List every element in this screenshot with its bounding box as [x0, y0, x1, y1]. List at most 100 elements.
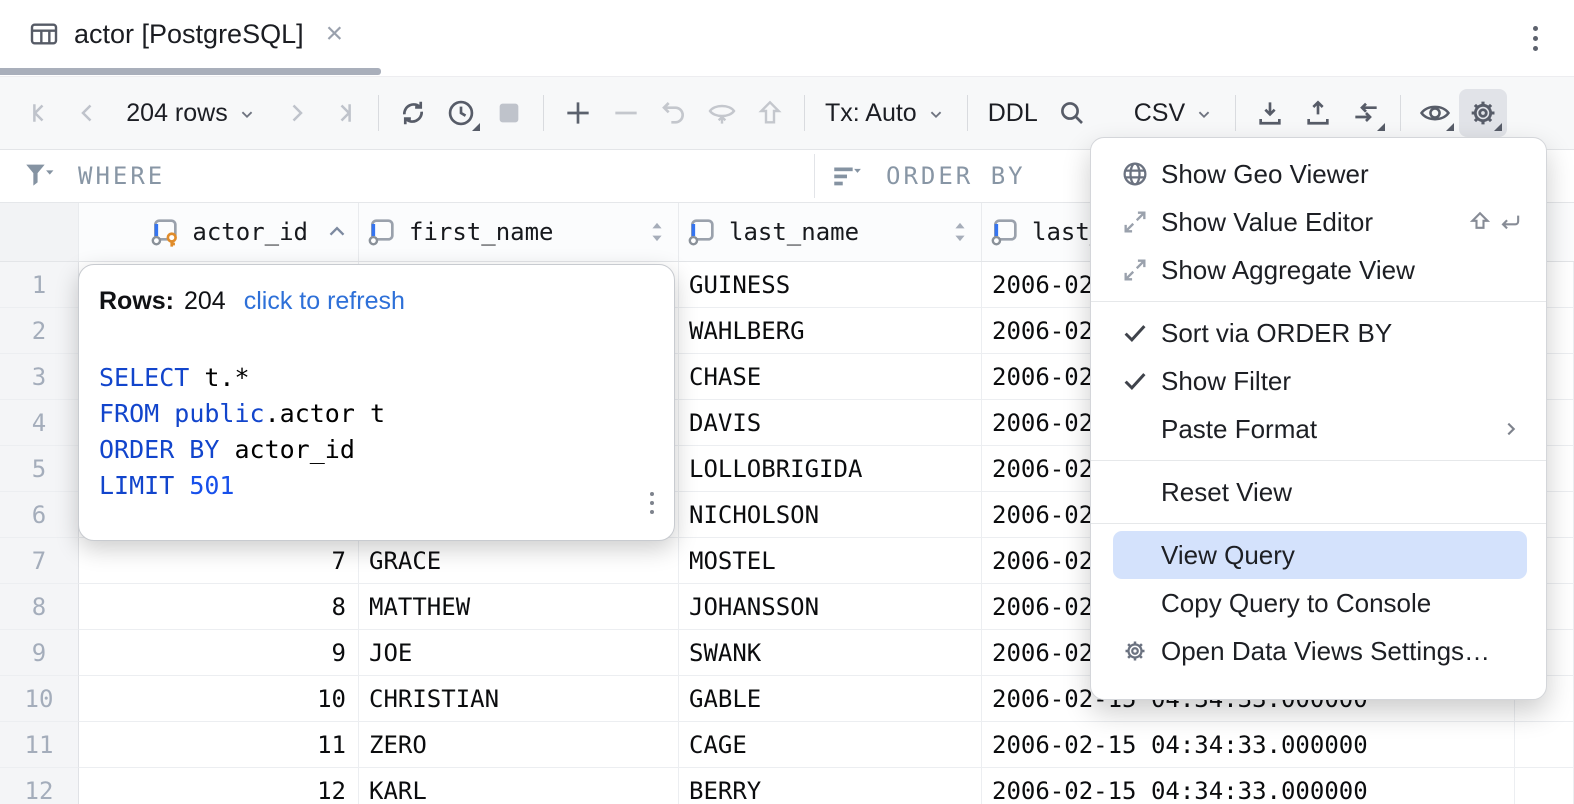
column-header-last-name[interactable]: last_name: [679, 203, 982, 261]
cell-last-update[interactable]: 2006-02-15 04:34:33.000000: [982, 768, 1515, 804]
cell-last-name[interactable]: GABLE: [679, 676, 982, 722]
close-icon[interactable]: ×: [326, 19, 344, 49]
cell-last-name[interactable]: MOSTEL: [679, 538, 982, 584]
column-header-first-name[interactable]: first_name: [359, 203, 679, 261]
menu-item-open-data-views-settings[interactable]: Open Data Views Settings…: [1091, 627, 1546, 675]
tab-actor[interactable]: actor [PostgreSQL] ×: [0, 0, 343, 68]
cell-actor-id[interactable]: 10: [79, 676, 359, 722]
revert-changes-button: [650, 89, 698, 137]
add-row-button[interactable]: [554, 89, 602, 137]
row-number[interactable]: 2: [0, 308, 79, 354]
toolbar-divider: [1235, 95, 1236, 131]
import-data-button[interactable]: [1246, 89, 1294, 137]
cell-empty[interactable]: [1515, 722, 1574, 768]
search-button[interactable]: [1048, 89, 1096, 137]
cell-actor-id[interactable]: 11: [79, 722, 359, 768]
cell-first-name[interactable]: JOE: [359, 630, 679, 676]
cell-actor-id[interactable]: 8: [79, 584, 359, 630]
cell-last-name[interactable]: BERRY: [679, 768, 982, 804]
compare-data-button[interactable]: [1342, 89, 1390, 137]
menu-item-view-query[interactable]: View Query: [1113, 531, 1527, 579]
refresh-button[interactable]: [389, 89, 437, 137]
column-icon: [990, 216, 1022, 248]
next-page-button[interactable]: [272, 89, 320, 137]
menu-item-show-geo-viewer[interactable]: Show Geo Viewer: [1091, 150, 1546, 198]
more-options-icon[interactable]: [1533, 26, 1538, 51]
row-number[interactable]: 8: [0, 584, 79, 630]
dropdown-corner: [472, 123, 480, 131]
export-format-dropdown[interactable]: CSV: [1124, 99, 1225, 128]
page-size-dropdown[interactable]: 204 rows: [112, 99, 272, 128]
cell-last-name[interactable]: GUINESS: [679, 262, 982, 308]
menu-item-paste-format[interactable]: Paste Format: [1091, 405, 1546, 453]
cell-empty[interactable]: [1515, 768, 1574, 804]
query-tooltip-popup: Rows: 204 click to refresh SELECT t.*FRO…: [78, 264, 675, 541]
cell-first-name[interactable]: MATTHEW: [359, 584, 679, 630]
row-number[interactable]: 4: [0, 400, 79, 446]
menu-item-show-value-editor[interactable]: Show Value Editor: [1091, 198, 1546, 246]
row-number[interactable]: 6: [0, 492, 79, 538]
popup-more-options-icon[interactable]: [650, 492, 654, 514]
row-number[interactable]: 10: [0, 676, 79, 722]
row-number[interactable]: 5: [0, 446, 79, 492]
cell-last-name[interactable]: JOHANSSON: [679, 584, 982, 630]
cell-last-name[interactable]: NICHOLSON: [679, 492, 982, 538]
preview-pending-changes-button: [698, 89, 746, 137]
tab-bar: actor [PostgreSQL] ×: [0, 0, 1574, 76]
active-tab-indicator: [0, 68, 381, 75]
order-by-field[interactable]: ORDER BY: [830, 150, 1026, 202]
ddl-button[interactable]: DDL: [978, 99, 1048, 128]
cell-last-name[interactable]: WAHLBERG: [679, 308, 982, 354]
row-number[interactable]: 1: [0, 262, 79, 308]
first-page-button[interactable]: [16, 89, 64, 137]
delete-row-button: [602, 89, 650, 137]
cell-first-name[interactable]: ZERO: [359, 722, 679, 768]
menu-item-copy-query-to-console[interactable]: Copy Query to Console: [1091, 579, 1546, 627]
row-number[interactable]: 3: [0, 354, 79, 400]
table-row[interactable]: 1111ZEROCAGE2006-02-15 04:34:33.000000: [0, 722, 1574, 768]
column-label: actor_id: [192, 218, 308, 246]
return-icon: [1496, 208, 1524, 236]
table-row[interactable]: 1212KARLBERRY2006-02-15 04:34:33.000000: [0, 768, 1574, 804]
cell-actor-id[interactable]: 12: [79, 768, 359, 804]
cell-last-name[interactable]: SWANK: [679, 630, 982, 676]
refresh-link[interactable]: click to refresh: [244, 287, 405, 316]
cell-last-name[interactable]: CAGE: [679, 722, 982, 768]
checkmark-icon: [1119, 365, 1151, 397]
cell-last-name[interactable]: CHASE: [679, 354, 982, 400]
row-number[interactable]: 11: [0, 722, 79, 768]
cell-first-name[interactable]: GRACE: [359, 538, 679, 584]
menu-item-reset-view[interactable]: Reset View: [1091, 468, 1546, 516]
cell-last-update[interactable]: 2006-02-15 04:34:33.000000: [982, 722, 1515, 768]
chevron-down-icon: [925, 103, 947, 125]
previous-page-button[interactable]: [64, 89, 112, 137]
row-number[interactable]: 9: [0, 630, 79, 676]
cell-actor-id[interactable]: 9: [79, 630, 359, 676]
row-count-line: Rows: 204 click to refresh: [99, 287, 650, 316]
row-number[interactable]: 7: [0, 538, 79, 584]
settings-gear-button[interactable]: [1459, 89, 1507, 137]
page-size-label: 204 rows: [126, 99, 227, 128]
cell-actor-id[interactable]: 7: [79, 538, 359, 584]
tab-title: actor [PostgreSQL]: [74, 19, 304, 50]
cell-first-name[interactable]: CHRISTIAN: [359, 676, 679, 722]
menu-item-sort-via-order-by[interactable]: Sort via ORDER BY: [1091, 309, 1546, 357]
cell-first-name[interactable]: KARL: [359, 768, 679, 804]
query-history-icon[interactable]: [437, 89, 485, 137]
menu-item-show-aggregate-view[interactable]: Show Aggregate View: [1091, 246, 1546, 294]
menu-item-show-filter[interactable]: Show Filter: [1091, 357, 1546, 405]
transaction-mode-dropdown[interactable]: Tx: Auto: [815, 99, 957, 128]
row-number[interactable]: 12: [0, 768, 79, 804]
cell-last-name[interactable]: LOLLOBRIGIDA: [679, 446, 982, 492]
app-window: actor [PostgreSQL] × 204 rows: [0, 0, 1574, 804]
gutter-header[interactable]: [0, 203, 79, 261]
column-header-actor-id[interactable]: actor_id: [79, 203, 359, 261]
ddl-label: DDL: [988, 99, 1038, 128]
export-data-button[interactable]: [1294, 89, 1342, 137]
sort-lines-icon: [830, 159, 864, 193]
where-filter-field[interactable]: WHERE: [22, 150, 165, 202]
view-options-button[interactable]: [1411, 89, 1459, 137]
last-page-button[interactable]: [320, 89, 368, 137]
checkmark-icon: [1119, 317, 1151, 349]
cell-last-name[interactable]: DAVIS: [679, 400, 982, 446]
